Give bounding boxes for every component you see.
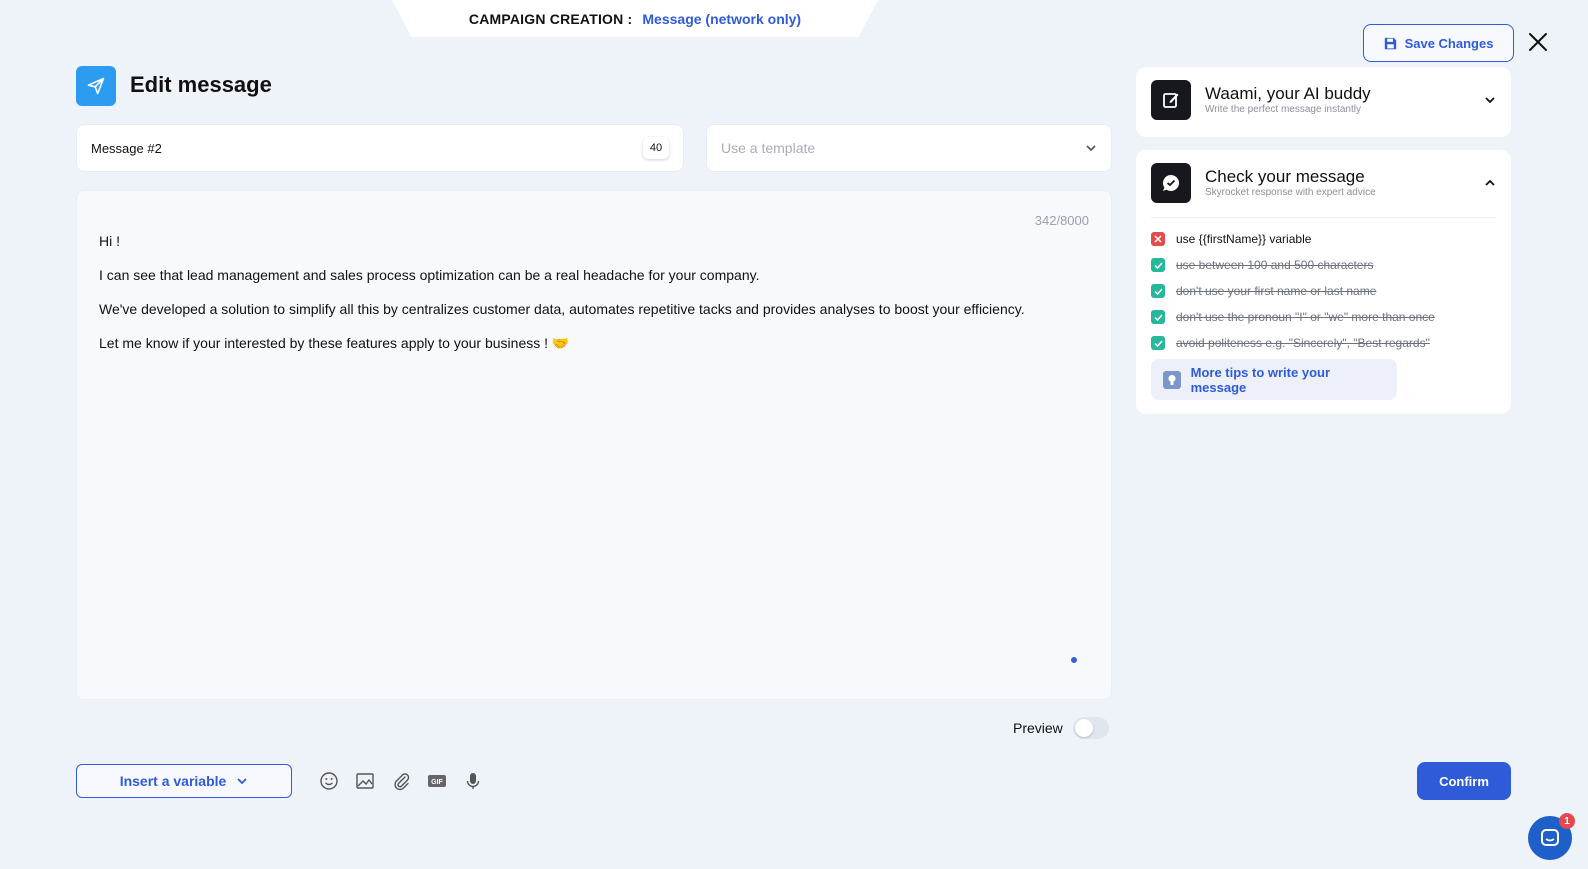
campaign-creation-label: CAMPAIGN CREATION : (468, 10, 633, 27)
toggle-knob (1074, 719, 1093, 737)
divider (1151, 217, 1496, 218)
checklist-item: use between 100 and 500 characters (1151, 252, 1496, 278)
ai-buddy-card[interactable]: Waami, your AI buddy Write the perfect m… (1136, 67, 1511, 137)
chevron-up-icon[interactable] (1484, 177, 1496, 189)
message-name-input[interactable]: Message #2 40 (76, 124, 684, 172)
preview-label: Preview (1013, 720, 1063, 736)
check-message-card: Check your message Skyrocket response wi… (1136, 150, 1511, 414)
checklist-item: don't use your first name or last name (1151, 278, 1496, 304)
ai-buddy-subtitle: Write the perfect message instantly (1205, 104, 1361, 115)
check-icon (1151, 310, 1165, 324)
checklist-item: use {{firstName}} variable (1151, 226, 1496, 252)
more-tips-button[interactable]: More tips to write your message (1151, 359, 1397, 400)
chevron-down-icon (1085, 142, 1097, 154)
message-paragraph: Let me know if your interested by these … (99, 335, 570, 351)
template-select[interactable]: Use a template (706, 124, 1112, 172)
insert-variable-button[interactable]: Insert a variable (76, 764, 292, 798)
check-icon (1151, 258, 1165, 272)
check-icon (1151, 336, 1165, 350)
insert-variable-label: Insert a variable (119, 773, 227, 789)
check-message-title: Check your message (1205, 167, 1365, 186)
message-paragraph: We've developed a solution to simplify a… (99, 301, 1025, 317)
campaign-type-value: Message (network only) (642, 10, 802, 27)
attachment-icon[interactable] (390, 770, 412, 792)
save-changes-button[interactable]: Save Changes (1363, 24, 1514, 62)
more-tips-label: More tips to write your message (1190, 364, 1331, 395)
checklist: use {{firstName}} variable use between 1… (1151, 226, 1496, 356)
character-count: 342/8000 (1034, 213, 1089, 228)
gif-label: GIF (431, 779, 443, 786)
chat-bubble-icon (1151, 163, 1191, 203)
page-title: Edit message (130, 72, 272, 97)
message-name-value: Message #2 (91, 140, 162, 156)
checklist-item-text: don't use the pronoun "I" or "we" more t… (1176, 310, 1435, 324)
preview-toggle[interactable] (1072, 717, 1109, 739)
ai-buddy-header[interactable]: Waami, your AI buddy Write the perfect m… (1151, 80, 1496, 120)
microphone-icon[interactable] (462, 770, 484, 792)
template-placeholder: Use a template (721, 140, 816, 156)
resize-handle[interactable] (1071, 657, 1077, 663)
ai-buddy-title: Waami, your AI buddy (1205, 84, 1371, 103)
close-icon[interactable] (1526, 30, 1550, 54)
checklist-item-text: don't use your first name or last name (1176, 284, 1377, 298)
checklist-item-text: use between 100 and 500 characters (1176, 258, 1374, 272)
confirm-button[interactable]: Confirm (1417, 762, 1511, 800)
checklist-item-text: use {{firstName}} variable (1176, 232, 1312, 246)
check-message-subtitle: Skyrocket response with expert advice (1205, 187, 1376, 198)
notification-badge: 1 (1559, 813, 1575, 829)
fail-icon (1151, 232, 1165, 246)
save-changes-label: Save Changes (1404, 35, 1494, 51)
send-icon (76, 66, 116, 106)
emoji-icon[interactable] (318, 770, 340, 792)
message-editor[interactable]: 342/8000 Hi ! I can see that lead manage… (76, 190, 1112, 700)
chevron-down-icon (237, 778, 247, 785)
lightbulb-icon (1163, 370, 1181, 389)
preview-toggle-group: Preview (1013, 717, 1109, 739)
message-tools: GIF (318, 770, 484, 792)
check-message-header[interactable]: Check your message Skyrocket response wi… (1151, 163, 1496, 203)
chevron-down-icon[interactable] (1484, 94, 1496, 106)
chat-icon (1541, 829, 1559, 846)
check-icon (1151, 284, 1165, 298)
support-chat-button[interactable]: 1 (1528, 813, 1575, 860)
message-name-count: 40 (643, 137, 669, 159)
message-paragraph: I can see that lead management and sales… (99, 267, 760, 283)
message-body[interactable]: Hi ! I can see that lead management and … (99, 231, 1071, 370)
message-paragraph: Hi ! (99, 233, 120, 249)
edit-icon (1151, 80, 1191, 120)
checklist-item: don't use the pronoun "I" or "we" more t… (1151, 304, 1496, 330)
image-icon[interactable] (354, 770, 376, 792)
checklist-item: avoid politeness e.g. "Sincerely", "Best… (1151, 330, 1496, 356)
gif-icon[interactable]: GIF (426, 770, 448, 792)
campaign-header-tab: CAMPAIGN CREATION : Message (network onl… (392, 0, 878, 37)
save-icon (1384, 37, 1396, 49)
checklist-item-text: avoid politeness e.g. "Sincerely", "Best… (1176, 336, 1430, 350)
